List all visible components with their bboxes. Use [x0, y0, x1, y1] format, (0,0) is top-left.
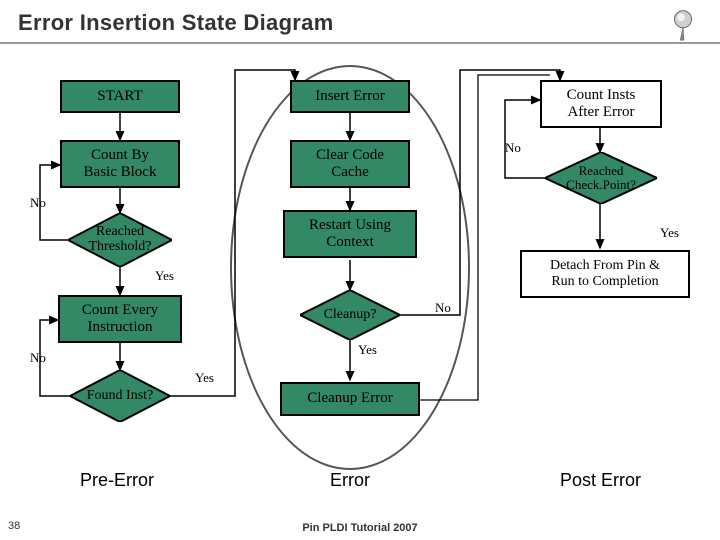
- section-error: Error: [330, 470, 370, 491]
- node-count-bb: Count By Basic Block: [60, 140, 180, 188]
- pushpin-icon: [664, 6, 702, 44]
- label-cleanup-no: No: [435, 300, 451, 316]
- label-found-yes: Yes: [195, 370, 214, 386]
- node-count-every: Count Every Instruction: [58, 295, 182, 343]
- node-detach: Detach From Pin & Run to Completion: [520, 250, 690, 298]
- node-cleanup-error: Cleanup Error: [280, 382, 420, 416]
- node-start: START: [60, 80, 180, 113]
- node-count-after: Count Insts After Error: [540, 80, 662, 128]
- label-cleanup-yes: Yes: [358, 342, 377, 358]
- title-underline: [0, 42, 720, 44]
- label-cp-no: No: [505, 140, 521, 156]
- footer-text: Pin PLDI Tutorial 2007: [302, 522, 417, 534]
- label-cp-yes: Yes: [660, 225, 679, 241]
- section-pre-error: Pre-Error: [80, 470, 154, 491]
- label-found-no: No: [30, 350, 46, 366]
- label-threshold-no: No: [30, 195, 46, 211]
- node-clear-cache: Clear Code Cache: [290, 140, 410, 188]
- section-post-error: Post Error: [560, 470, 641, 491]
- slide-number: 38: [8, 520, 20, 532]
- node-restart-ctx: Restart Using Context: [283, 210, 417, 258]
- slide-title: Error Insertion State Diagram: [18, 10, 334, 36]
- label-threshold-yes: Yes: [155, 268, 174, 284]
- node-insert-error: Insert Error: [290, 80, 410, 113]
